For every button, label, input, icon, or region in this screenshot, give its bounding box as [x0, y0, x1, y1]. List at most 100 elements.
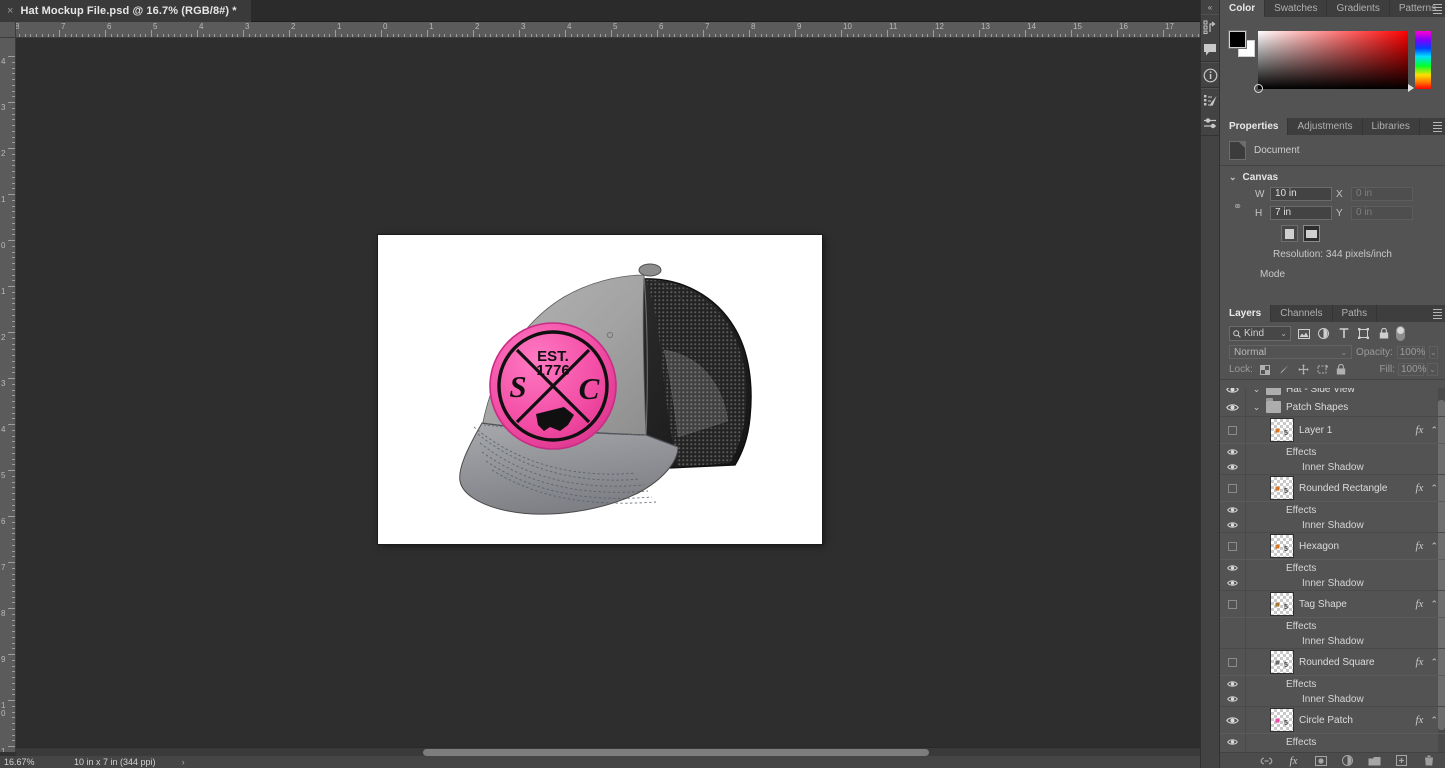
effect-visibility-toggle[interactable] — [1220, 575, 1246, 590]
chevron-down-icon[interactable]: ⌄ — [1280, 329, 1287, 338]
layer-thumbnail[interactable]: ■ ■ 5 — [1270, 418, 1294, 442]
add-mask-icon[interactable] — [1314, 754, 1327, 767]
y-input[interactable]: 0 in — [1351, 206, 1413, 220]
portrait-button[interactable] — [1281, 225, 1298, 242]
fill-input[interactable]: 100% — [1398, 363, 1427, 376]
fill-stepper[interactable]: ⌄ — [1427, 363, 1438, 376]
scrollbar-thumb[interactable] — [423, 749, 929, 756]
opacity-input[interactable]: 100% — [1396, 345, 1425, 359]
effect-visibility-toggle[interactable] — [1220, 633, 1246, 648]
layer-effects-row[interactable]: Effects — [1220, 444, 1445, 459]
layer-thumbnail[interactable]: ■ ■ 5 — [1270, 592, 1294, 616]
hue-slider[interactable] — [1408, 31, 1431, 92]
sliders-icon[interactable] — [1201, 114, 1219, 132]
chevron-down-icon[interactable]: ⌄ — [1229, 172, 1237, 183]
color-swatches[interactable] — [1228, 30, 1255, 57]
layer-effect-row[interactable]: Inner Shadow — [1220, 691, 1445, 706]
layer-row[interactable]: ■ ■ 5 Rounded Square fx ⌃ — [1220, 648, 1445, 676]
tab-swatches[interactable]: Swatches — [1265, 0, 1328, 17]
artboard[interactable]: EST. 1776 S C — [378, 235, 822, 544]
effect-visibility-toggle[interactable] — [1220, 691, 1246, 706]
tab-properties[interactable]: Properties — [1220, 118, 1289, 135]
layer-effects-twirl-icon[interactable]: ⌃ — [1430, 541, 1438, 552]
panel-menu-icon[interactable] — [1433, 4, 1442, 14]
layer-effects-twirl-icon[interactable]: ⌃ — [1430, 483, 1438, 494]
shape-filter-icon[interactable] — [1356, 326, 1371, 341]
layer-visibility-toggle[interactable] — [1220, 649, 1246, 675]
landscape-button[interactable] — [1303, 225, 1320, 242]
link-layers-icon[interactable] — [1260, 754, 1273, 767]
opacity-stepper[interactable]: ⌄ — [1428, 345, 1438, 359]
layer-thumbnail[interactable]: ■ ■ 5 — [1270, 650, 1294, 674]
type-filter-icon[interactable] — [1336, 326, 1351, 341]
layer-effects-fx-icon[interactable]: fx — [1416, 424, 1424, 436]
tab-adjustments[interactable]: Adjustments — [1288, 118, 1363, 135]
layer-row[interactable]: ■ ■ 5 Tag Shape fx ⌃ — [1220, 590, 1445, 618]
layer-effects-twirl-icon[interactable]: ⌃ — [1430, 599, 1438, 610]
height-input[interactable]: 7 in — [1270, 206, 1332, 220]
layer-row[interactable]: ■ ■ 5 Circle Patch fx ⌃ — [1220, 706, 1445, 734]
layer-thumbnail[interactable]: ■ ■ 5 — [1270, 476, 1294, 500]
effect-visibility-toggle[interactable] — [1220, 444, 1246, 459]
layer-effects-fx-icon[interactable]: fx — [1416, 714, 1424, 726]
layer-visibility-checkbox[interactable] — [1228, 599, 1237, 609]
pixel-filter-icon[interactable] — [1296, 326, 1311, 341]
panel-menu-icon[interactable] — [1433, 122, 1442, 132]
layer-thumbnail[interactable]: ■ ■ 5 — [1270, 534, 1294, 558]
lock-image-icon[interactable] — [1278, 363, 1291, 376]
new-layer-icon[interactable] — [1395, 754, 1408, 767]
tab-libraries[interactable]: Libraries — [1363, 118, 1420, 135]
horizontal-ruler[interactable]: 876543210123456789101112131415161718 — [16, 22, 1205, 38]
delete-layer-icon[interactable] — [1422, 754, 1435, 767]
canvas-section-header[interactable]: ⌄ Canvas — [1220, 166, 1445, 187]
layer-visibility-checkbox[interactable] — [1228, 425, 1237, 435]
tab-gradients[interactable]: Gradients — [1327, 0, 1390, 17]
layer-effects-twirl-icon[interactable]: ⌃ — [1430, 715, 1438, 726]
foreground-color-swatch[interactable] — [1228, 30, 1247, 49]
adjustment-filter-icon[interactable] — [1316, 326, 1331, 341]
layer-effect-row[interactable]: Inner Shadow — [1220, 575, 1445, 590]
close-icon[interactable]: × — [7, 5, 13, 17]
layer-visibility-checkbox[interactable] — [1228, 483, 1237, 493]
layer-row[interactable]: ■ ■ 5 Rounded Rectangle fx ⌃ — [1220, 474, 1445, 502]
scrollbar-thumb[interactable] — [1438, 400, 1445, 730]
layer-effects-fx-icon[interactable]: fx — [1416, 540, 1424, 552]
chevron-down-icon[interactable]: ⌄ — [1340, 348, 1347, 357]
layer-group-row[interactable]: ⌄ Patch Shapes — [1220, 398, 1445, 416]
layer-effects-row[interactable]: Effects — [1220, 618, 1445, 633]
tab-paths[interactable]: Paths — [1333, 305, 1378, 322]
lock-artboard-icon[interactable] — [1316, 363, 1329, 376]
layer-visibility-toggle[interactable] — [1220, 533, 1246, 559]
layer-thumbnail[interactable]: ■ ■ 5 — [1270, 708, 1294, 732]
group-twirl-icon[interactable]: ⌄ — [1252, 402, 1261, 413]
width-input[interactable]: 10 in — [1270, 187, 1332, 201]
layer-effects-fx-icon[interactable]: fx — [1416, 598, 1424, 610]
effect-visibility-toggle[interactable] — [1220, 676, 1246, 691]
panel-menu-icon[interactable] — [1433, 309, 1442, 319]
blend-mode-select[interactable]: Normal ⌄ — [1229, 345, 1353, 359]
history-actions-icon[interactable] — [1201, 18, 1219, 36]
layer-visibility-toggle[interactable] — [1220, 475, 1246, 501]
layer-effects-fx-icon[interactable]: fx — [1416, 656, 1424, 668]
zoom-level[interactable]: 16.67% — [0, 757, 66, 767]
document-tab[interactable]: × Hat Mockup File.psd @ 16.7% (RGB/8#) * — [0, 0, 251, 22]
filter-kind-select[interactable]: Kind ⌄ — [1229, 326, 1291, 341]
new-group-icon[interactable] — [1368, 754, 1381, 767]
layer-visibility-toggle[interactable] — [1220, 398, 1246, 416]
layer-effect-row[interactable]: Inner Shadow — [1220, 633, 1445, 648]
status-chevron-icon[interactable]: › — [156, 757, 185, 767]
filter-toggle[interactable] — [1396, 326, 1405, 341]
layer-effects-twirl-icon[interactable]: ⌃ — [1430, 657, 1438, 668]
layer-effects-fx-icon[interactable]: fx — [1416, 482, 1424, 494]
layer-visibility-toggle[interactable] — [1220, 417, 1246, 443]
layer-row[interactable]: ■ ■ 5 Layer 1 fx ⌃ — [1220, 416, 1445, 444]
layer-group-row[interactable]: ⌄ Hat - Side View — [1220, 388, 1445, 398]
layer-style-fx-icon[interactable]: fx — [1287, 754, 1300, 767]
layer-visibility-checkbox[interactable] — [1228, 541, 1237, 551]
layer-effects-row[interactable]: Effects — [1220, 560, 1445, 575]
vertical-ruler[interactable]: 432101234567891011 — [0, 38, 16, 752]
info-icon[interactable] — [1201, 66, 1219, 84]
link-dimensions-icon[interactable]: ⚭ — [1233, 200, 1243, 218]
layer-effects-row[interactable]: Effects — [1220, 502, 1445, 517]
x-input[interactable]: 0 in — [1351, 187, 1413, 201]
